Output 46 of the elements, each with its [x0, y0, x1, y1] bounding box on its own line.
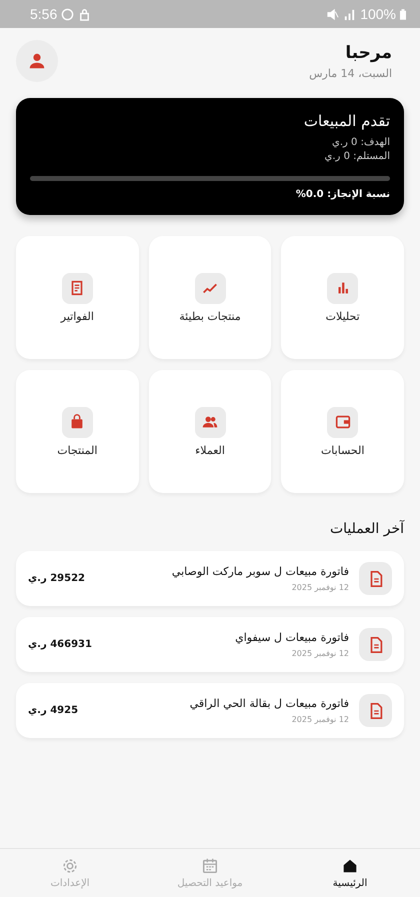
status-time: 5:56 [30, 6, 58, 22]
receipt-icon [62, 272, 93, 304]
transaction-date: 12 نوفمبر 2025 [290, 583, 349, 592]
menu-tile[interactable]: منتجات بطيئة [148, 236, 272, 359]
greeting: مرحبا [344, 42, 392, 62]
menu-tile[interactable]: تحليلات [281, 236, 404, 359]
section-title: آخر العمليات [328, 521, 404, 537]
transaction-title: فاتورة مبيعات ل بقالة الحي الراقي [188, 697, 349, 710]
completion-text: نسبة الإنجاز: 0.0% [294, 189, 390, 200]
transaction-date: 12 نوفمبر 2025 [290, 649, 349, 658]
gear-icon [61, 857, 79, 875]
document-icon [359, 694, 392, 727]
transaction-amount: 4925 ر.ي [28, 705, 78, 716]
people-icon [194, 406, 226, 438]
lock-icon [78, 8, 92, 20]
menu-tile[interactable]: المنتجات [16, 370, 139, 493]
transaction-amount: 29522 ر.ي [28, 573, 85, 584]
document-icon [359, 562, 392, 595]
profile-button[interactable] [16, 40, 58, 82]
target-text: الهدف: 0 ر.ي [331, 136, 390, 150]
mute-icon [326, 8, 340, 20]
card-title: تقدم المبيعات [302, 112, 390, 130]
person-icon [28, 52, 46, 70]
nav-tab[interactable]: الرئيسية [290, 857, 410, 889]
battery-icon [400, 8, 406, 20]
document-icon [359, 628, 392, 661]
battery-percent: 100% [360, 6, 396, 22]
trend-line-icon [194, 272, 226, 304]
signal-icon [343, 8, 356, 20]
transaction-date: 12 نوفمبر 2025 [290, 715, 349, 724]
menu-tile[interactable]: الحسابات [281, 370, 404, 493]
bars-icon [327, 272, 358, 304]
calendar-icon [201, 857, 219, 875]
received-text: المستلم: 0 ر.ي [324, 150, 390, 164]
menu-tile[interactable]: الفواتير [16, 236, 139, 359]
transaction-card[interactable]: فاتورة مبيعات ل سوبر ماركت الوصابي 12 نوفمبر 2025 29522 ر.ي [16, 551, 404, 606]
transaction-title: فاتورة مبيعات ل سيفواي [234, 631, 349, 644]
home-icon [341, 857, 359, 875]
bag-icon [62, 406, 93, 438]
transaction-card[interactable]: فاتورة مبيعات ل بقالة الحي الراقي 12 نوفمبر 2025 4925 ر.ي [16, 683, 404, 738]
wallet-icon [327, 406, 358, 438]
transaction-amount: 466931 ر.ي [28, 639, 92, 650]
date-text: السبت، 14 مارس [309, 66, 392, 80]
transaction-title: فاتورة مبيعات ل سوبر ماركت الوصابي [170, 565, 349, 578]
transaction-card[interactable]: فاتورة مبيعات ل سيفواي 12 نوفمبر 2025 466931 ر.ي [16, 617, 404, 672]
menu-tile[interactable]: العملاء [148, 370, 272, 493]
